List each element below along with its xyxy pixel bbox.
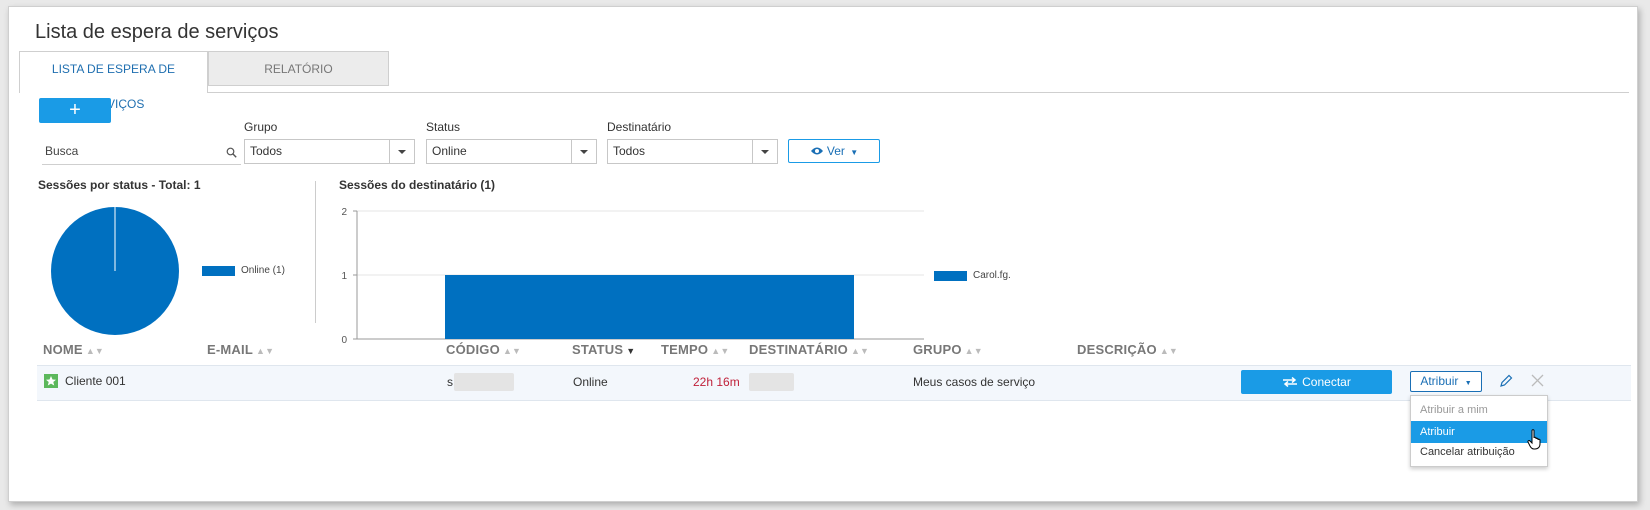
assign-dropdown-button[interactable]: Atribuir ▼: [1410, 371, 1482, 392]
tab-bar: LISTA DE ESPERA DE SERVIÇOS RELATÓRIO: [19, 51, 1629, 111]
connect-button-label: Conectar: [1302, 375, 1351, 389]
page-title: Lista de espera de serviços: [35, 21, 279, 43]
pie-legend-swatch: [202, 266, 235, 276]
caret-down-icon: ▼: [850, 148, 859, 157]
add-button[interactable]: +: [39, 98, 111, 123]
close-icon[interactable]: [1531, 374, 1544, 387]
tab-report[interactable]: RELATÓRIO: [208, 51, 389, 86]
search-input[interactable]: [42, 140, 215, 162]
search-box: [42, 140, 241, 165]
bar-legend-swatch: [934, 271, 967, 281]
group-filter-label: Grupo: [244, 120, 278, 134]
recipient-filter-value: Todos: [613, 144, 646, 158]
column-header-status[interactable]: STATUS ▼: [572, 342, 635, 357]
eye-icon: [810, 147, 823, 155]
pie-chart-title: Sessões por status - Total: 1: [38, 178, 201, 192]
sort-icon: ▲▼: [964, 346, 983, 356]
row-status: Online: [573, 375, 608, 389]
chevron-down-icon: [580, 150, 588, 154]
group-filter-select[interactable]: Todos: [244, 139, 415, 164]
star-icon: [44, 374, 58, 388]
column-header-recipient[interactable]: DESTINATÁRIO ▲▼: [749, 342, 869, 357]
recipient-bar-chart: 2 1 0: [341, 207, 924, 345]
sort-icon: ▲▼: [1159, 346, 1179, 356]
column-header-code[interactable]: CÓDIGO ▲▼: [446, 342, 521, 357]
group-filter-value: Todos: [250, 144, 283, 158]
view-button[interactable]: Ver ▼: [788, 139, 880, 163]
pencil-icon[interactable]: [1499, 374, 1513, 388]
chevron-down-icon: [761, 150, 769, 154]
hand-cursor-icon: [1527, 429, 1541, 450]
column-header-time[interactable]: TEMPO ▲▼: [661, 342, 729, 357]
chart-divider: [315, 181, 316, 323]
recipient-filter-select[interactable]: Todos: [607, 139, 778, 164]
row-time: 22h 16m: [693, 375, 740, 389]
row-group: Meus casos de serviço: [913, 375, 1036, 389]
window: Lista de espera de serviços LISTA DE ESP…: [8, 6, 1638, 502]
status-filter-label: Status: [426, 120, 461, 134]
status-pie-chart: [51, 207, 179, 335]
column-header-name[interactable]: NOME ▲▼: [43, 342, 104, 357]
y-tick-label: 0: [341, 335, 347, 345]
sort-desc-icon: ▼: [626, 346, 636, 356]
bar-chart-title: Sessões do destinatário (1): [339, 178, 496, 192]
recipient-filter-label: Destinatário: [607, 120, 672, 134]
swap-arrows-icon: [1283, 376, 1298, 388]
status-filter-select[interactable]: Online: [426, 139, 597, 164]
caret-down-icon: ▼: [1464, 380, 1472, 387]
sort-icon: ▲▼: [85, 346, 105, 356]
row-code: s: [447, 375, 453, 389]
y-tick-label: 1: [341, 271, 347, 282]
column-header-group[interactable]: GRUPO ▲▼: [913, 342, 983, 357]
sort-icon: ▲▼: [711, 346, 730, 356]
view-button-label: Ver: [826, 144, 845, 158]
redacted-code: [454, 373, 514, 391]
redacted-recipient: [749, 373, 794, 391]
chevron-down-icon: [398, 150, 406, 154]
row-name: Cliente 001: [65, 374, 126, 388]
column-header-email[interactable]: E-MAIL ▲▼: [207, 342, 274, 357]
menu-item-assign-to-me[interactable]: Atribuir a mim: [1411, 399, 1547, 421]
y-tick-label: 2: [341, 207, 347, 218]
bar-Carol.fg.: [445, 275, 854, 339]
connect-button[interactable]: Conectar: [1241, 370, 1392, 394]
pie-legend-label: Online (1): [241, 265, 285, 276]
column-header-description[interactable]: DESCRIÇÃO ▲▼: [1077, 342, 1178, 357]
bar-legend-label: Carol.fg.: [973, 270, 1011, 281]
tab-waiting-list[interactable]: LISTA DE ESPERA DE SERVIÇOS: [19, 51, 208, 111]
sort-icon: ▲▼: [850, 346, 870, 356]
search-icon[interactable]: [226, 145, 237, 163]
sort-icon: ▲▼: [502, 346, 522, 356]
status-filter-value: Online: [432, 144, 467, 158]
assign-button-label: Atribuir: [1420, 374, 1459, 388]
sort-icon: ▲▼: [255, 346, 275, 356]
